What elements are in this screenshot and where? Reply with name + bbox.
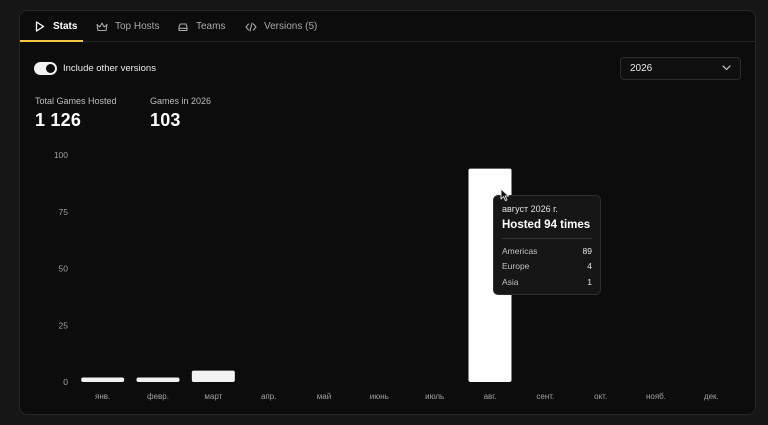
tooltip-date: август 2026 г.: [502, 204, 558, 214]
tooltip-row: Europe 4: [502, 259, 592, 275]
x-tick-label: авг.: [484, 392, 497, 401]
y-tick-label: 75: [59, 207, 69, 217]
chart-bar[interactable]: [81, 377, 125, 382]
x-tick-label: нояб.: [646, 392, 666, 401]
stats-panel: Stats Top Hosts Teams Versions (5) Inclu…: [19, 10, 756, 415]
tooltip-region: Americas: [502, 245, 538, 256]
y-tick-label: 50: [59, 264, 69, 274]
chart-tooltip: август 2026 г. Hosted 94 times Americas …: [493, 195, 601, 295]
chart-bar[interactable]: [136, 377, 180, 382]
tooltip-count: 89: [582, 245, 592, 256]
tooltip-row: Asia 1: [502, 274, 592, 290]
tooltip-row: Americas 89: [502, 243, 592, 259]
x-tick-label: дек.: [704, 392, 719, 401]
x-tick-label: май: [317, 392, 331, 401]
tooltip-headline: Hosted 94 times: [502, 219, 591, 231]
tooltip-region: Europe: [502, 261, 530, 272]
x-tick-label: сент.: [536, 392, 554, 401]
y-tick-label: 100: [54, 150, 68, 160]
x-tick-label: окт.: [594, 392, 607, 401]
chart-bar[interactable]: [191, 370, 235, 382]
tooltip-count: 1: [587, 276, 592, 287]
y-tick-label: 25: [59, 320, 69, 330]
y-tick-label: 0: [63, 377, 68, 387]
tooltip-divider: [502, 238, 592, 239]
x-tick-label: март: [204, 392, 222, 401]
x-tick-label: июнь: [370, 392, 389, 401]
tooltip-count: 4: [587, 261, 592, 272]
x-tick-label: июль: [425, 392, 444, 401]
x-tick-label: янв.: [95, 392, 110, 401]
mouse-cursor-icon: [500, 188, 510, 202]
x-tick-label: апр.: [261, 392, 276, 401]
games-bar-chart: 0 25 50 75 100 янв. февр. март апр. май июнь июль ав…: [54, 150, 719, 401]
x-tick-label: февр.: [147, 392, 169, 401]
tooltip-region: Asia: [502, 276, 519, 287]
